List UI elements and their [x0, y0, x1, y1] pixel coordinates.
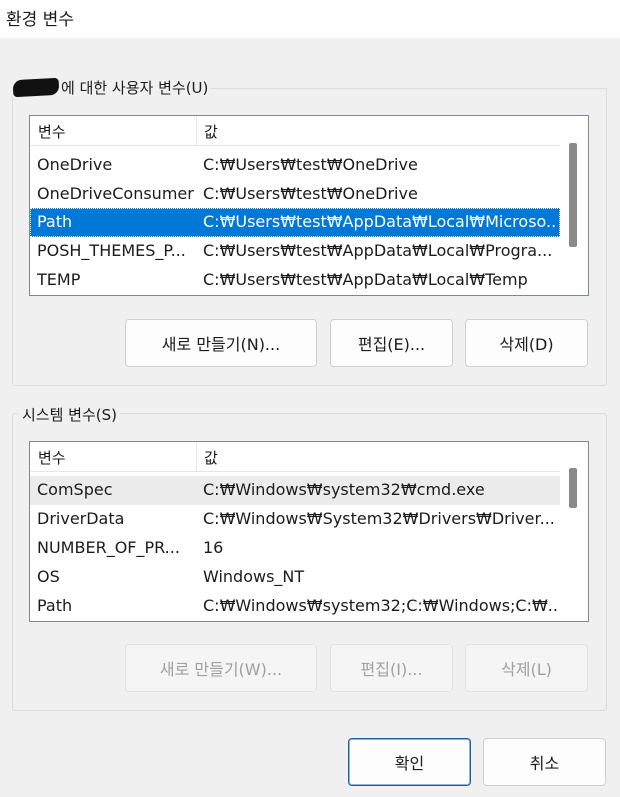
user-delete-button[interactable]: 삭제(D) — [465, 319, 588, 367]
table-row[interactable]: POSH_THEMES_P... C:₩Users₩test₩AppData₩L… — [30, 237, 560, 266]
table-row[interactable]: Path C:₩Windows₩system32;C:₩Windows;C:₩.… — [30, 592, 560, 621]
scrollbar-thumb[interactable] — [569, 468, 577, 508]
var-name: OneDriveConsumer — [37, 184, 194, 203]
var-name: POSH_THEMES_P... — [37, 241, 186, 260]
table-row-selected[interactable]: Path C:₩Users₩test₩AppData₩Local₩Microso… — [30, 208, 560, 237]
var-name: TEMP — [37, 270, 81, 289]
table-row[interactable]: ComSpec C:₩Windows₩system32₩cmd.exe — [30, 476, 560, 505]
var-value: C:₩Windows₩system32;C:₩Windows;C:₩... — [203, 596, 558, 615]
column-header-variable[interactable]: 변수 — [38, 447, 66, 468]
redacted-username — [12, 77, 60, 98]
vertical-scrollbar[interactable] — [560, 116, 588, 295]
var-value: C:₩Users₩test₩OneDrive — [203, 184, 418, 203]
user-edit-button[interactable]: 편집(E)... — [330, 319, 453, 367]
list-header: 변수 값 — [30, 442, 560, 472]
system-new-button[interactable]: 새로 만들기(W)... — [125, 644, 317, 692]
system-variables-label: 시스템 변수(S) — [19, 404, 120, 425]
user-variables-list[interactable]: 변수 값 OneDrive C:₩Users₩test₩OneDrive One… — [29, 115, 589, 296]
table-row[interactable]: OS Windows_NT — [30, 563, 560, 592]
user-new-button[interactable]: 새로 만들기(N)... — [125, 319, 317, 367]
var-value: C:₩Users₩test₩AppData₩Local₩Temp — [203, 270, 528, 289]
system-variables-list[interactable]: 변수 값 ComSpec C:₩Windows₩system32₩cmd.exe… — [29, 441, 589, 622]
window-title: 환경 변수 — [6, 10, 74, 30]
var-name: Path — [37, 212, 73, 231]
var-name: ComSpec — [37, 480, 113, 499]
var-value: 16 — [203, 538, 224, 557]
title-bar: 환경 변수 — [0, 0, 620, 38]
var-name: DriverData — [37, 509, 125, 528]
system-edit-button[interactable]: 편집(I)... — [330, 644, 453, 692]
var-value: C:₩Users₩test₩AppData₩Local₩Microso... — [203, 212, 558, 231]
var-name: Path — [37, 596, 73, 615]
table-row[interactable]: OneDrive C:₩Users₩test₩OneDrive — [30, 151, 560, 180]
cancel-button[interactable]: 취소 — [483, 738, 606, 786]
column-header-value[interactable]: 값 — [204, 121, 218, 142]
var-value: Windows_NT — [203, 567, 305, 586]
var-value: C:₩Windows₩System32₩Drivers₩Driver... — [203, 509, 555, 528]
var-value: C:₩Users₩test₩OneDrive — [203, 155, 418, 174]
var-name: NUMBER_OF_PR... — [37, 538, 180, 557]
list-header: 변수 값 — [30, 116, 560, 146]
system-delete-button[interactable]: 삭제(L) — [465, 644, 588, 692]
var-value: C:₩Windows₩system32₩cmd.exe — [203, 480, 485, 499]
table-row[interactable]: NUMBER_OF_PR... 16 — [30, 534, 560, 563]
var-name: OneDrive — [37, 155, 113, 174]
ok-button[interactable]: 확인 — [348, 738, 471, 786]
table-row[interactable]: OneDriveConsumer C:₩Users₩test₩OneDrive — [30, 180, 560, 209]
table-row[interactable]: TEMP C:₩Users₩test₩AppData₩Local₩Temp — [30, 266, 560, 295]
user-variables-label: 에 대한 사용자 변수(U) — [10, 77, 212, 98]
table-row[interactable]: DriverData C:₩Windows₩System32₩Drivers₩D… — [30, 505, 560, 534]
scrollbar-thumb[interactable] — [569, 143, 577, 247]
column-header-variable[interactable]: 변수 — [38, 121, 66, 142]
var-name: OS — [37, 567, 60, 586]
vertical-scrollbar[interactable] — [560, 442, 588, 621]
var-value: C:₩Users₩test₩AppData₩Local₩Progra... — [203, 241, 553, 260]
column-header-value[interactable]: 값 — [204, 447, 218, 468]
